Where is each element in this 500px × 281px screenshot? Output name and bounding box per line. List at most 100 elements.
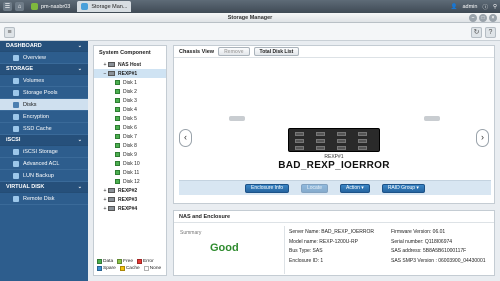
bus-type: Bus Type: SAS [289,248,323,254]
app-icon [31,3,38,10]
tab-host[interactable]: pm-nasbr03 [27,1,74,12]
chevron-right-icon[interactable]: › [476,129,489,147]
system-component-panel: System Component + NAS Host − REXP#1 Disk 1D… [93,45,167,276]
sidebar-item-storage-pools[interactable]: Storage Pools [0,87,88,99]
drive-bay[interactable] [358,132,367,136]
tree-disk-item[interactable]: Disk 11 [94,168,166,177]
refresh-icon[interactable]: ↻ [471,27,482,38]
panel-title: NAS and Enclosure [174,211,494,223]
tree-disk-item[interactable]: Disk 7 [94,132,166,141]
disk-icon [115,143,120,148]
sidebar-item-ssd-cache[interactable]: SSD Cache [0,123,88,135]
legend-swatch [137,259,143,264]
backup-icon [13,172,19,179]
search-icon[interactable]: ⚲ [493,4,497,10]
sidebar-section-iscsi[interactable]: iSCSI ⌄ [0,135,88,146]
blurred-label [229,116,245,121]
enclosure-icon [108,206,115,211]
blurred-label [424,116,440,121]
tree-node[interactable]: + REXP#3 [94,195,166,204]
raid-group-dropdown[interactable]: RAID Group ▾ [381,183,425,193]
sidebar-item-iscsi-storage[interactable]: iSCSI Storage [0,146,88,158]
legend-swatch [97,259,102,264]
drive-bay[interactable] [316,139,325,143]
close-icon[interactable]: × [489,14,497,22]
disk-icon [115,116,120,121]
serial-number: Serial number: Q118I06974 [391,238,453,245]
help-icon[interactable]: ? [485,27,496,38]
sas-smp3-version: SAS SMP3 Version : 06003900_04430001 [391,257,486,264]
drive-bay[interactable] [358,139,367,143]
sidebar-item-advanced-acl[interactable]: Advanced ACL [0,158,88,170]
drive-bay[interactable] [316,132,325,136]
total-disk-list-button[interactable]: Total Disk List [253,47,300,56]
legend-swatch [119,266,125,271]
tree-node[interactable]: + NAS Host [94,60,166,69]
sidebar-item-disks[interactable]: Disks [0,99,88,111]
info-icon[interactable]: ⓘ [482,3,488,11]
home-icon[interactable]: ⌂ [15,2,24,11]
tab-storage-manager[interactable]: Storage Man... [77,1,132,12]
chevron-left-icon[interactable]: ‹ [179,129,192,147]
window-title: Storage Manager [227,15,273,21]
enclosure-icon [108,188,115,193]
sidebar-item-lun-backup[interactable]: LUN Backup [0,170,88,182]
drive-bay[interactable] [337,139,346,143]
tree-disk-item[interactable]: Disk 2 [94,87,166,96]
sidebar-section-virtual-disk[interactable]: VIRTUAL DISK ⌄ [0,182,88,193]
panel-title: System Component [99,50,151,56]
sidebar-toggle-icon[interactable]: ≡ [4,27,15,38]
drive-bay[interactable] [316,146,325,150]
menu-icon[interactable]: ☰ [3,2,12,11]
drive-bay[interactable] [295,146,304,150]
legend-swatch [117,259,123,264]
tree-disk-item[interactable]: Disk 4 [94,105,166,114]
legend-item: Spare [97,266,116,271]
drive-bay[interactable] [337,146,346,150]
tree-disk-item[interactable]: Disk 5 [94,114,166,123]
enclosure-image[interactable] [288,128,380,152]
sidebar-item-remote-disk[interactable]: Remote Disk [0,193,88,205]
drive-bay[interactable] [358,146,367,150]
user-icon[interactable]: 👤 [451,4,458,10]
enclosure-icon [108,197,115,202]
tree-disk-item[interactable]: Disk 8 [94,141,166,150]
legend-item: Error [137,259,154,264]
drive-bay[interactable] [295,132,304,136]
locate-button[interactable]: Locate [301,183,329,193]
maximize-icon[interactable]: □ [479,14,487,22]
tree-node[interactable]: + REXP#4 [94,204,166,213]
chassis-view-panel: Chassis View Remove Total Disk List ‹ › … [173,45,495,204]
iscsi-icon [13,148,19,155]
sidebar-section-storage[interactable]: STORAGE ⌄ [0,64,88,75]
chevron-down-icon: ⌄ [77,43,82,49]
chevron-down-icon: ⌄ [77,66,82,72]
remote-disk-icon [13,195,19,202]
sidebar-section-dashboard[interactable]: DASHBOARD ⌄ [0,41,88,52]
drive-bay[interactable] [295,139,304,143]
enclosure-info-button[interactable]: Enclosure Info [245,183,289,193]
user-name[interactable]: admin [462,4,477,10]
tree-node[interactable]: + REXP#2 [94,186,166,195]
legend-swatch [143,266,149,271]
tree-disk-item[interactable]: Disk 12 [94,177,166,186]
remove-button[interactable]: Remove [218,47,250,56]
sidebar-item-volumes[interactable]: Volumes [0,75,88,87]
tree-disk-item[interactable]: Disk 10 [94,159,166,168]
legend-item: Free [117,259,133,264]
volume-icon [13,77,19,84]
minimize-icon[interactable]: – [469,14,477,22]
action-dropdown[interactable]: Action ▾ [340,183,370,193]
legend-item: Cache [119,266,140,271]
tree-disk-item[interactable]: Disk 9 [94,150,166,159]
disk-icon [115,170,120,175]
disk-icon [115,179,120,184]
tree-node[interactable]: − REXP#1 [94,69,166,78]
tree-disk-item[interactable]: Disk 6 [94,123,166,132]
sidebar-item-overview[interactable]: Overview [0,52,88,64]
sidebar-item-encryption[interactable]: Encryption [0,111,88,123]
drive-bay[interactable] [337,132,346,136]
tree-disk-item[interactable]: Disk 3 [94,96,166,105]
tree-disk-item[interactable]: Disk 1 [94,78,166,87]
nas-enclosure-panel: NAS and Enclosure Summary Good Server Na… [173,210,495,276]
